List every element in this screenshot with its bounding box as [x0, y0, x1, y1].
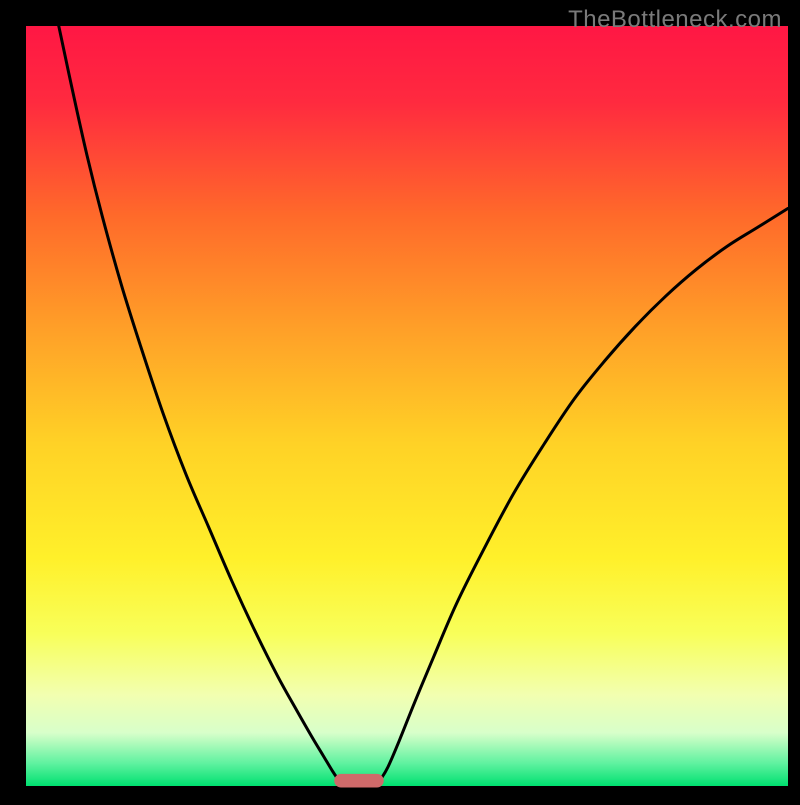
- chart-svg: [0, 0, 800, 800]
- bottleneck-marker: [334, 774, 384, 788]
- plot-area: [26, 26, 788, 786]
- chart-container: [0, 0, 800, 800]
- watermark-text: TheBottleneck.com: [568, 6, 782, 34]
